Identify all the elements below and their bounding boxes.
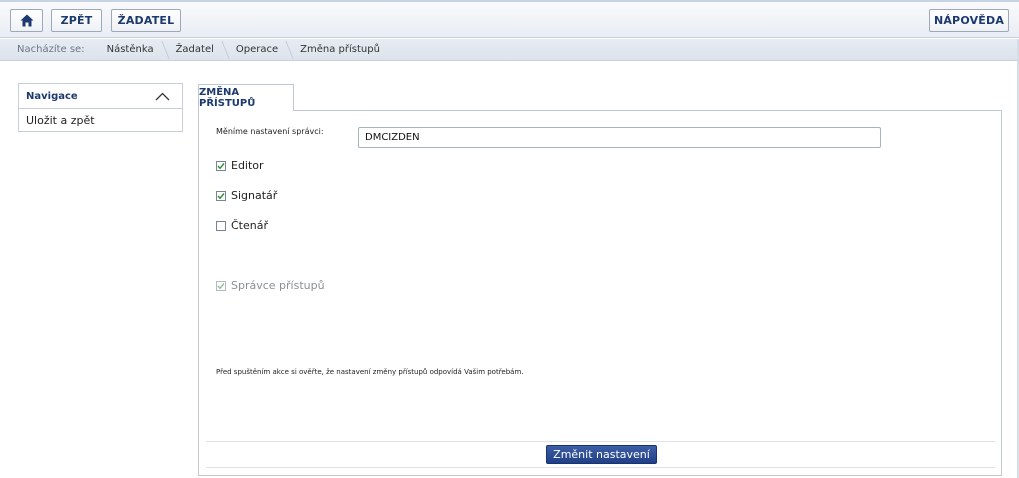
tab-access-change[interactable]: ZMĚNA PŘÍSTUPŮ xyxy=(198,84,294,111)
editor-checkbox[interactable] xyxy=(216,160,226,171)
breadcrumb-label: Nacházíte se: xyxy=(17,44,85,55)
editor-checkbox-row[interactable]: Editor xyxy=(216,159,264,172)
admin-name-field[interactable]: DMCIZDEN xyxy=(358,127,881,148)
access-change-panel: Měníme nastavení správci: DMCIZDEN Edito… xyxy=(198,110,1002,476)
access-admin-checkbox-label: Správce přístupů xyxy=(231,279,325,292)
editor-checkbox-label: Editor xyxy=(231,159,264,172)
divider xyxy=(206,441,995,442)
signatory-checkbox-row[interactable]: Signatář xyxy=(216,189,277,202)
verification-note: Před spuštěním akce si ověřte, že nastav… xyxy=(216,368,524,376)
breadcrumb: Nacházíte se: Nástěnka Žadatel Operace Z… xyxy=(0,39,1019,61)
change-settings-button[interactable]: Změnit nastavení xyxy=(546,445,657,464)
signatory-checkbox-label: Signatář xyxy=(231,189,278,202)
home-icon xyxy=(20,14,33,27)
checkmark-icon xyxy=(217,282,225,289)
reader-checkbox[interactable] xyxy=(216,220,226,231)
breadcrumb-item-dashboard[interactable]: Nástěnka xyxy=(97,39,166,61)
nav-item-save-and-back[interactable]: Uložit a zpět xyxy=(19,109,182,132)
breadcrumb-item-applicant[interactable]: Žadatel xyxy=(166,39,226,61)
navigation-panel: Navigace Uložit a zpět xyxy=(18,83,183,132)
access-admin-checkbox-row: Správce přístupů xyxy=(216,279,325,292)
home-button[interactable] xyxy=(10,9,43,32)
breadcrumb-item-operations[interactable]: Operace xyxy=(226,39,290,61)
breadcrumb-item-access-change: Změna přístupů xyxy=(300,44,380,55)
navigation-header[interactable]: Navigace xyxy=(19,84,182,109)
applicant-button[interactable]: ŽADATEL xyxy=(111,9,181,32)
help-button[interactable]: NÁPOVĚDA xyxy=(929,9,1009,32)
admin-field-label: Měníme nastavení správci: xyxy=(216,127,324,136)
divider xyxy=(206,467,995,468)
reader-checkbox-label: Čtenář xyxy=(231,219,268,232)
chevron-up-icon[interactable] xyxy=(155,92,170,101)
access-admin-checkbox xyxy=(216,280,226,291)
navigation-title: Navigace xyxy=(26,90,78,102)
top-toolbar: ZPĚT ŽADATEL NÁPOVĚDA xyxy=(0,0,1019,38)
reader-checkbox-row[interactable]: Čtenář xyxy=(216,219,268,232)
checkmark-icon xyxy=(217,162,225,169)
back-button[interactable]: ZPĚT xyxy=(51,9,102,32)
checkmark-icon xyxy=(217,192,225,199)
signatory-checkbox[interactable] xyxy=(216,190,226,201)
page: ZPĚT ŽADATEL NÁPOVĚDA Nacházíte se: Nást… xyxy=(0,0,1019,478)
